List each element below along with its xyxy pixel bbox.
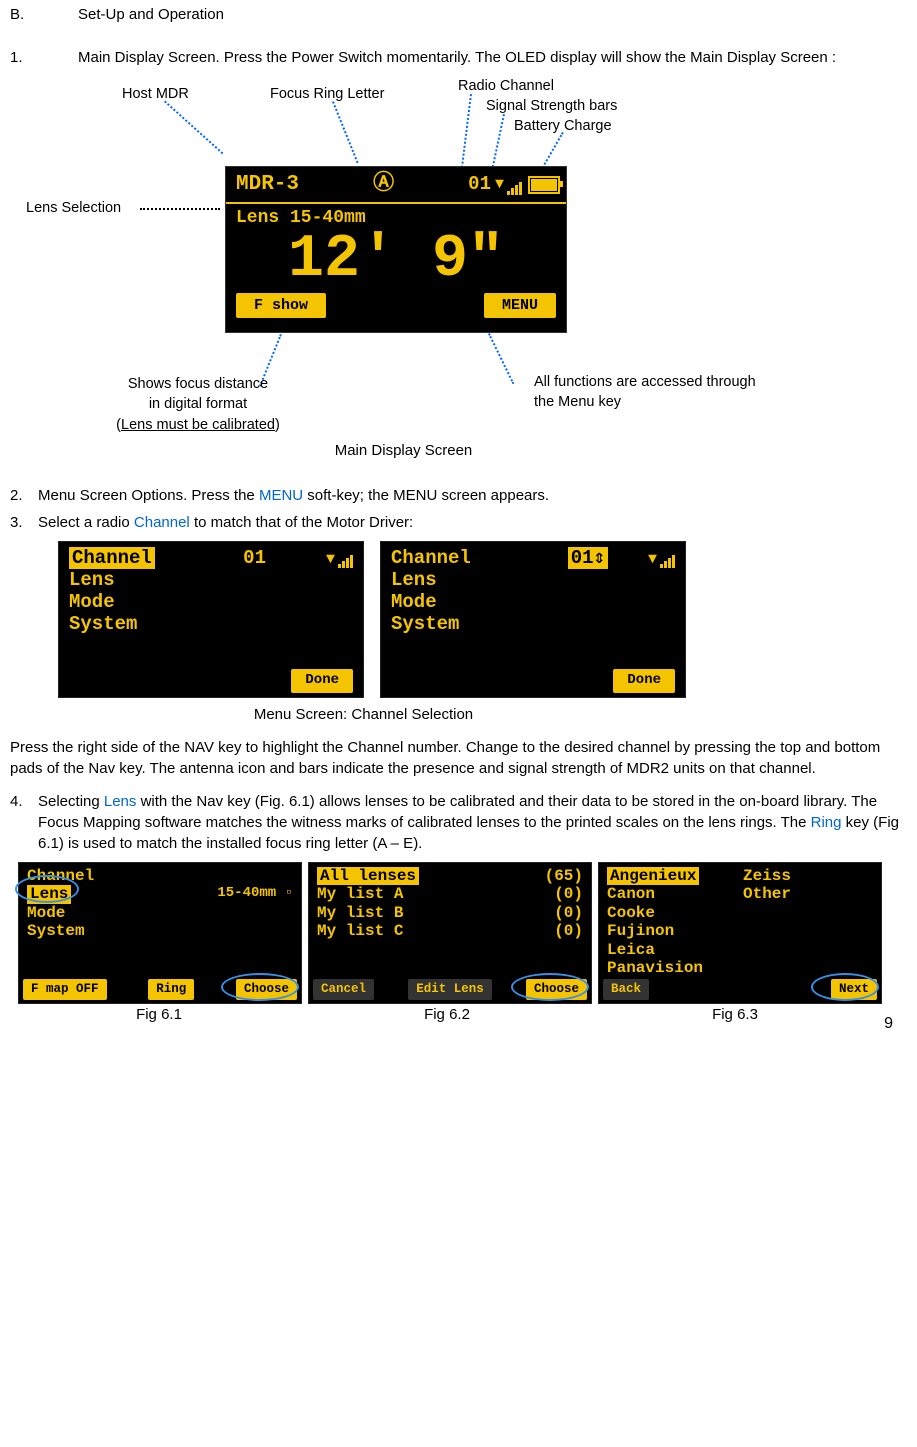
step-1: 1. Main Display Screen. Press the Power … bbox=[10, 47, 907, 68]
fig-6-2: All lenses(65) My list A(0) My list B(0)… bbox=[308, 862, 592, 1004]
section-title: Set-Up and Operation bbox=[78, 4, 224, 25]
antenna-icon: ▼ bbox=[648, 551, 675, 568]
oled-ring-letter: Ⓐ bbox=[373, 170, 394, 199]
fig-6-1: Channel Lens15-40mm ▫ Mode System F map … bbox=[18, 862, 302, 1004]
callout-lens-selection: Lens Selection bbox=[26, 198, 121, 218]
section-heading: B. Set-Up and Operation bbox=[10, 4, 907, 25]
softkey-edit-lens[interactable]: Edit Lens bbox=[408, 979, 492, 1001]
caption-fig-6-2: Fig 6.2 bbox=[306, 1004, 588, 1025]
oled-host: MDR-3 bbox=[236, 170, 299, 199]
link-ring: Ring bbox=[811, 814, 842, 831]
softkey-done[interactable]: Done bbox=[613, 669, 675, 693]
antenna-icon: ▼ bbox=[326, 551, 353, 568]
callout-host-mdr: Host MDR bbox=[122, 84, 189, 104]
section-letter: B. bbox=[10, 4, 78, 25]
caption-fig-6-3: Fig 6.3 bbox=[594, 1004, 876, 1025]
caption-menu-channel: Menu Screen: Channel Selection bbox=[0, 704, 907, 725]
menu-screen-a: Channel01▼ Lens Mode System Done bbox=[58, 541, 364, 698]
oled-main-display: MDR-3 Ⓐ 01 ▼ Lens 15-40mm 12' 9" F show … bbox=[225, 166, 567, 333]
step-4: 4. Selecting Lens with the Nav key (Fig.… bbox=[10, 791, 907, 854]
link-menu: MENU bbox=[259, 487, 303, 504]
step-2: 2. Menu Screen Options. Press the MENU s… bbox=[10, 485, 907, 506]
callout-radio-channel: Radio Channel bbox=[458, 76, 554, 96]
paragraph-nav: Press the right side of the NAV key to h… bbox=[10, 737, 907, 779]
softkey-fmap-off[interactable]: F map OFF bbox=[23, 979, 107, 1001]
softkey-fshow[interactable]: F show bbox=[236, 293, 326, 318]
fig-6-3: Angenieux Canon Cooke Fujinon Leica Pana… bbox=[598, 862, 882, 1004]
link-lens: Lens bbox=[104, 793, 137, 810]
callout-focus-ring-letter: Focus Ring Letter bbox=[270, 84, 384, 104]
figure-captions: Fig 6.1 Fig 6.2 Fig 6.3 bbox=[10, 1004, 907, 1025]
figure-screens: Channel Lens15-40mm ▫ Mode System F map … bbox=[10, 862, 907, 1004]
menu-screens-channel: Channel01▼ Lens Mode System Done Channel… bbox=[10, 541, 907, 698]
oled-channel: 01 bbox=[468, 171, 491, 198]
antenna-icon: ▼ bbox=[495, 174, 522, 195]
menu-screen-b: Channel01⇕▼ Lens Mode System Done bbox=[380, 541, 686, 698]
softkey-back[interactable]: Back bbox=[603, 979, 649, 1001]
caption-fig-6-1: Fig 6.1 bbox=[18, 1004, 300, 1025]
callout-shows-focus: Shows focus distance in digital format (… bbox=[98, 374, 298, 435]
softkey-done[interactable]: Done bbox=[291, 669, 353, 693]
oled-focus-distance: 12' 9" bbox=[226, 230, 566, 290]
page-number: 9 bbox=[884, 1013, 893, 1035]
step-number: 1. bbox=[10, 47, 78, 68]
softkey-menu[interactable]: MENU bbox=[484, 293, 556, 318]
link-channel: Channel bbox=[134, 514, 190, 531]
main-display-diagram: Host MDR Focus Ring Letter Radio Channel… bbox=[10, 76, 907, 446]
step-text: Main Display Screen. Press the Power Swi… bbox=[78, 47, 907, 68]
softkey-ring[interactable]: Ring bbox=[148, 979, 194, 1001]
step-3: 3. Select a radio Channel to match that … bbox=[10, 512, 907, 533]
callout-signal-strength: Signal Strength bars bbox=[486, 96, 617, 116]
battery-icon bbox=[528, 176, 560, 194]
softkey-cancel[interactable]: Cancel bbox=[313, 979, 374, 1001]
callout-all-functions: All functions are accessed through the M… bbox=[534, 372, 854, 413]
